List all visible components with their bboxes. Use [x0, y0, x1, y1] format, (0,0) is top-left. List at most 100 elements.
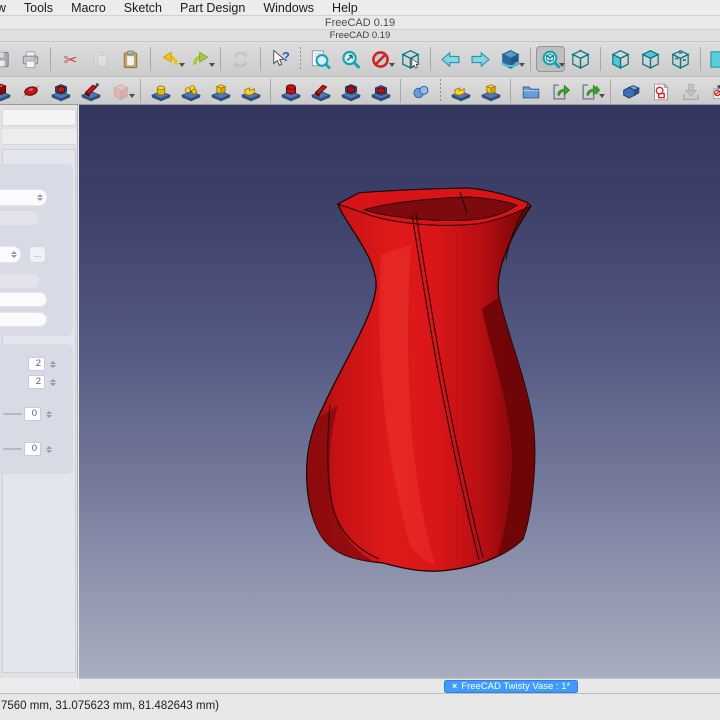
dropdown-caret-icon — [389, 63, 395, 67]
zoom-tools-icon[interactable] — [536, 46, 565, 72]
group-icon[interactable] — [516, 79, 545, 103]
length-spinbox[interactable] — [0, 246, 21, 263]
browse-button[interactable]: … — [29, 246, 46, 263]
type-spinbox[interactable] — [0, 189, 47, 206]
toolbar-separator — [610, 78, 611, 103]
3d-viewport[interactable] — [79, 105, 720, 678]
input-field[interactable] — [0, 292, 47, 307]
panel-sub-header — [2, 129, 76, 145]
menu-item-part-design[interactable]: Part Design — [171, 0, 254, 15]
top-view-icon[interactable] — [636, 46, 665, 72]
spinner-arrows-icon[interactable] — [48, 358, 57, 370]
dropdown-caret-icon — [559, 63, 565, 67]
slider[interactable] — [3, 448, 22, 450]
toolbar-separator — [700, 47, 701, 71]
fit-all-icon[interactable] — [306, 46, 335, 72]
additive-loft-icon[interactable] — [46, 79, 75, 103]
additive-helix-icon[interactable] — [106, 79, 135, 103]
slider[interactable] — [3, 413, 22, 415]
undo-icon[interactable] — [156, 46, 185, 72]
pocket-icon[interactable] — [276, 79, 305, 103]
additive-cylinder-icon[interactable] — [146, 79, 175, 103]
paste-icon[interactable] — [116, 46, 145, 72]
additive-sphere-icon[interactable] — [176, 79, 205, 103]
dropdown-caret-icon — [599, 93, 605, 98]
cut-icon[interactable]: ✂ — [56, 46, 85, 72]
part-icon[interactable] — [616, 79, 645, 103]
panel-tab-header[interactable] — [2, 109, 76, 126]
fit-selection-icon[interactable] — [336, 46, 365, 72]
dropdown-caret-icon — [519, 63, 525, 67]
whats-this-icon[interactable]: ? — [266, 46, 295, 72]
right-view-icon[interactable] — [666, 46, 695, 72]
groove-icon[interactable] — [336, 79, 365, 103]
subtractive-wedge-icon[interactable] — [306, 79, 335, 103]
field-label-pill — [0, 274, 39, 288]
standard-view-toolbar: ✂? — [0, 42, 720, 77]
toolbar-separator — [440, 78, 441, 103]
shapebinder-icon[interactable] — [446, 79, 475, 103]
dropdown-caret-icon — [209, 63, 215, 67]
svg-text:?: ? — [282, 49, 290, 64]
axonometric-view-icon[interactable] — [566, 46, 595, 72]
toolbar-separator — [220, 47, 221, 71]
menu-bar: ViewToolsMacroSketchPart DesignWindowsHe… — [0, 0, 720, 16]
menu-item-windows[interactable]: Windows — [254, 0, 323, 15]
document-tab-bar: × FreeCAD Twisty Vase : 1* — [79, 678, 720, 693]
export-as-icon[interactable] — [576, 79, 605, 103]
std-part-icon[interactable] — [706, 79, 720, 103]
front-view-icon[interactable] — [606, 46, 635, 72]
spinner-arrows-icon[interactable] — [35, 191, 44, 203]
nav-back-icon[interactable] — [436, 46, 465, 72]
redo-icon[interactable] — [186, 46, 215, 72]
document-window-title: FreeCAD 0.19 — [0, 30, 720, 42]
document-tab[interactable]: × FreeCAD Twisty Vase : 1* — [444, 680, 579, 693]
menu-item-help[interactable]: Help — [323, 0, 367, 15]
menu-item-tools[interactable]: Tools — [15, 0, 62, 15]
box-selection-icon[interactable] — [396, 46, 425, 72]
count-spinbox-1[interactable]: 2 — [28, 357, 45, 371]
window-title: FreeCAD 0.19 — [0, 16, 720, 30]
rear-view-icon[interactable] — [706, 46, 720, 72]
menu-item-sketch[interactable]: Sketch — [115, 0, 171, 15]
toolbar-separator — [530, 47, 531, 71]
boolean-icon[interactable] — [406, 79, 435, 103]
nav-forward-icon[interactable] — [466, 46, 495, 72]
task-form: … 2 2 0 0 — [0, 149, 76, 673]
status-bar: 7560 mm, 31.075623 mm, 81.482643 mm) — [0, 693, 720, 720]
sketch-icon[interactable] — [646, 79, 675, 103]
menu-item-macro[interactable]: Macro — [62, 0, 115, 15]
refresh-icon[interactable] — [226, 46, 255, 72]
clone-icon[interactable] — [476, 79, 505, 103]
main-area: … 2 2 0 0 — [0, 105, 720, 678]
pad-icon[interactable] — [0, 79, 15, 103]
export-icon[interactable] — [546, 79, 575, 103]
spinner-arrows-icon[interactable] — [44, 408, 53, 420]
print-icon[interactable] — [16, 46, 45, 72]
spinner-arrows-icon[interactable] — [48, 376, 57, 388]
copy-icon[interactable] — [86, 46, 115, 72]
revolution-icon[interactable] — [16, 79, 45, 103]
additive-primitives-icon[interactable] — [236, 79, 265, 103]
toolbar-separator — [270, 78, 271, 103]
draw-style-icon[interactable] — [366, 46, 395, 72]
additive-box-icon[interactable] — [206, 79, 235, 103]
import-icon[interactable] — [676, 79, 705, 103]
toolbar-separator — [50, 47, 51, 71]
fly-mode-icon[interactable] — [496, 46, 525, 72]
spinner-arrows-icon[interactable] — [44, 443, 53, 455]
input-field[interactable] — [0, 312, 47, 327]
save-icon[interactable] — [0, 46, 15, 72]
close-tab-icon[interactable]: × — [452, 681, 457, 692]
angle-spinbox-1[interactable]: 0 — [24, 407, 41, 421]
toolbar-separator — [150, 47, 151, 71]
dropdown-caret-icon — [179, 63, 185, 67]
spinner-arrows-icon[interactable] — [9, 248, 18, 260]
subtractive-loft-icon[interactable] — [366, 79, 395, 103]
count-spinbox-2[interactable]: 2 — [28, 375, 45, 389]
angle-spinbox-2[interactable]: 0 — [24, 442, 41, 456]
vase-model[interactable] — [79, 105, 720, 678]
additive-pipe-icon[interactable] — [76, 79, 105, 103]
menu-item-view[interactable]: View — [0, 0, 15, 15]
toolbar-separator — [260, 47, 261, 71]
